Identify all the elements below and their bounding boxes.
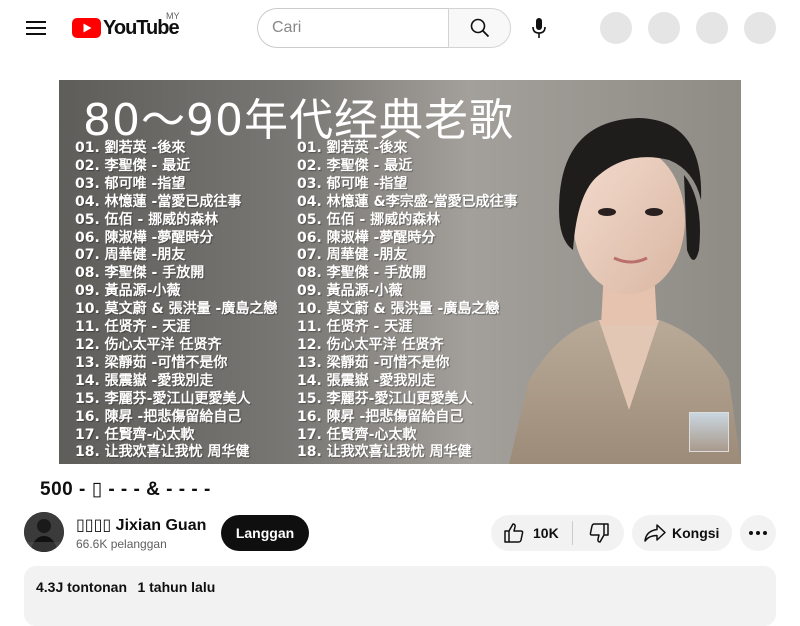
- song-item: 09. 黃品源-小薇: [75, 283, 181, 300]
- song-item: 06. 陳淑樺 -夢醒時分: [75, 229, 214, 246]
- mic-icon: [532, 18, 546, 38]
- song-item: 09. 黃品源-小薇: [297, 283, 403, 300]
- account-avatar-placeholder[interactable]: [744, 12, 776, 44]
- create-button-placeholder[interactable]: [600, 12, 632, 44]
- menu-button[interactable]: [16, 8, 56, 48]
- dislike-button[interactable]: [573, 515, 624, 551]
- more-actions-button[interactable]: [740, 515, 776, 551]
- channel-avatar[interactable]: [24, 512, 64, 552]
- channel-watermark[interactable]: [689, 412, 729, 452]
- menu-icon: [26, 21, 46, 35]
- subscriber-count: 66.6K pelanggan: [76, 537, 167, 551]
- thumbnail-title: 80～90年代经典老歌: [83, 95, 514, 146]
- songlist-left: 01. 劉若英 -後來 02. 李聖傑 - 最近 03. 郁可唯 -指望 04. 林憶…: [75, 140, 277, 462]
- description-box[interactable]: 4.3J tontonan 1 tahun lalu: [24, 566, 776, 626]
- song-item: 15. 李麗芬-愛江山更愛美人: [75, 390, 251, 407]
- video-player[interactable]: 80～90年代经典老歌 01. 劉若英 -後來 02. 李聖傑 - 最近 03. 郁…: [59, 80, 741, 464]
- song-item: 16. 陳昇 -把悲傷留給自己: [75, 408, 242, 425]
- song-item: 04. 林憶蓮 -當愛已成往事: [75, 193, 242, 210]
- song-item: 01. 劉若英 -後來: [75, 140, 186, 156]
- song-item: 02. 李聖傑 - 最近: [75, 157, 191, 174]
- thumbs-down-icon: [589, 523, 609, 543]
- song-item: 17. 任賢齊-心太軟: [297, 426, 417, 443]
- search-box: [257, 8, 511, 48]
- song-item: 12. 伤心太平洋 任贤齐: [297, 336, 444, 353]
- channel-name[interactable]: ▯▯▯▯ Jixian Guan: [76, 515, 206, 535]
- masthead: YouTube MY: [0, 0, 800, 56]
- song-item: 14. 張震嶽 -愛我別走: [297, 372, 436, 389]
- song-item: 11. 任贤齐 - 天涯: [75, 319, 191, 336]
- song-item: 10. 莫文蔚 & 張洪量 -廣島之戀: [297, 301, 500, 318]
- share-button[interactable]: Kongsi: [632, 515, 732, 551]
- youtube-logo-icon: [72, 18, 101, 38]
- song-item: 17. 任賢齊-心太軟: [75, 426, 195, 443]
- song-item: 10. 莫文蔚 & 張洪量 -廣島之戀: [75, 301, 278, 318]
- share-icon: [644, 524, 666, 542]
- song-item: 16. 陳昇 -把悲傷留給自己: [297, 408, 464, 425]
- songlist-right: 01. 劉若英 -後來 02. 李聖傑 - 最近 03. 郁可唯 -指望 04. 林憶…: [297, 140, 518, 462]
- like-dislike-group: 10K: [491, 515, 624, 551]
- song-item: 03. 郁可唯 -指望: [297, 175, 408, 192]
- subscribe-button[interactable]: Langgan: [221, 515, 309, 551]
- song-item: 11. 任贤齐 - 天涯: [297, 319, 413, 336]
- song-item: 07. 周華健 -朋友: [75, 247, 186, 264]
- share-label: Kongsi: [672, 525, 720, 541]
- song-item: 15. 李麗芬-愛江山更愛美人: [297, 390, 473, 407]
- song-item: 06. 陳淑樺 -夢醒時分: [297, 229, 436, 246]
- singer-portrait: [509, 118, 741, 464]
- song-item: 08. 李聖傑 - 手放開: [297, 265, 427, 282]
- thumbs-up-icon: [504, 523, 524, 543]
- song-item: 01. 劉若英 -後來: [297, 140, 408, 156]
- like-count: 10K: [533, 525, 559, 541]
- song-item: 14. 張震嶽 -愛我別走: [75, 372, 214, 389]
- apps-button-placeholder[interactable]: [648, 12, 680, 44]
- youtube-logo[interactable]: YouTube MY: [72, 11, 180, 40]
- more-horizontal-icon: [749, 531, 767, 535]
- voice-search-button[interactable]: [519, 8, 559, 48]
- search-input[interactable]: [257, 8, 448, 48]
- song-item: 18. 让我欢喜让我忧 周华健: [75, 444, 250, 461]
- song-item: 04. 林憶蓮 &李宗盛-當愛已成往事: [297, 193, 518, 210]
- song-item: 05. 伍佰 - 挪威的森林: [75, 211, 219, 228]
- song-item: 05. 伍佰 - 挪威的森林: [297, 211, 441, 228]
- song-item: 02. 李聖傑 - 最近: [297, 157, 413, 174]
- song-item: 07. 周華健 -朋友: [297, 247, 408, 264]
- search-icon: [470, 18, 489, 38]
- song-item: 12. 伤心太平洋 任贤齐: [75, 336, 222, 353]
- notifications-button-placeholder[interactable]: [696, 12, 728, 44]
- song-item: 18. 让我欢喜让我忧 周华健: [297, 444, 472, 461]
- song-item: 08. 李聖傑 - 手放開: [75, 265, 205, 282]
- song-item: 13. 梁靜茹 -可惜不是你: [75, 354, 228, 371]
- search-button[interactable]: [448, 8, 511, 48]
- song-item: 03. 郁可唯 -指望: [75, 175, 186, 192]
- region-code: MY: [166, 11, 180, 21]
- song-item: 13. 梁靜茹 -可惜不是你: [297, 354, 450, 371]
- view-count: 4.3J tontonan: [36, 579, 128, 595]
- like-button[interactable]: 10K: [491, 515, 572, 551]
- video-title: 500 - ▯ - - - & - - - -: [40, 479, 211, 500]
- upload-date: 1 tahun lalu: [137, 579, 216, 595]
- avatar-image: [24, 512, 64, 552]
